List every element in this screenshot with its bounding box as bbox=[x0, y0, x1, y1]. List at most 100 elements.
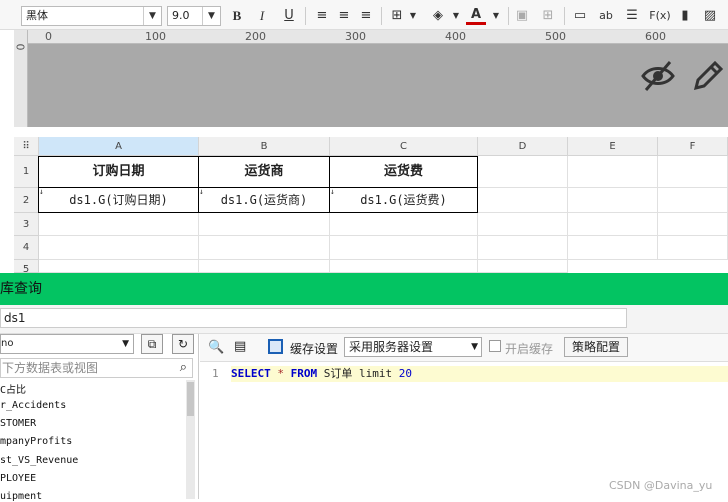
preview-table-icon[interactable]: ⧉ bbox=[141, 334, 163, 354]
select-all-icon[interactable]: ⠿ bbox=[14, 137, 39, 156]
cell-d1[interactable] bbox=[478, 156, 568, 188]
font-family-value: 黑体 bbox=[26, 9, 48, 22]
column-header[interactable]: B bbox=[199, 137, 330, 156]
cell-d4[interactable] bbox=[478, 236, 568, 260]
table-list-item[interactable]: r_Accidents bbox=[0, 400, 66, 411]
divider bbox=[564, 7, 565, 25]
expand-down-icon: ↓ bbox=[330, 187, 335, 196]
cache-mode-select[interactable]: 采用服务器设置 ▼ bbox=[344, 337, 482, 357]
text-button[interactable]: ab bbox=[596, 6, 616, 26]
table-list-item[interactable]: mpanyProfits bbox=[0, 436, 72, 447]
chevron-down-icon: ▼ bbox=[122, 339, 129, 349]
column-header[interactable]: E bbox=[568, 137, 658, 156]
refresh-icon[interactable]: ↻ bbox=[172, 334, 194, 354]
unmerge-cell-icon[interactable]: ⊞ bbox=[538, 6, 558, 26]
align-left-icon[interactable]: ≡ bbox=[312, 6, 332, 26]
chevron-down-icon[interactable]: ▼ bbox=[486, 6, 506, 26]
align-center-icon[interactable]: ≡ bbox=[334, 6, 354, 26]
table-list-item[interactable]: C占比 bbox=[0, 381, 26, 396]
cache-settings-icon bbox=[268, 339, 283, 354]
cell-a1[interactable]: 订购日期 bbox=[38, 156, 199, 188]
cell-a5[interactable] bbox=[39, 260, 199, 273]
edit-pencil-icon[interactable] bbox=[690, 58, 726, 94]
row-header[interactable]: 1 bbox=[14, 156, 39, 188]
column-header[interactable]: F bbox=[658, 137, 728, 156]
cell-c5[interactable] bbox=[330, 260, 478, 273]
insert-field-icon[interactable]: ▭ bbox=[570, 6, 590, 26]
cell-e3[interactable] bbox=[568, 213, 658, 236]
font-family-select[interactable]: 黑体 ▼ bbox=[21, 6, 162, 26]
cell-c4[interactable] bbox=[330, 236, 478, 260]
enable-cache-checkbox[interactable] bbox=[489, 340, 501, 352]
table-list-item[interactable]: PLOYEE bbox=[0, 473, 36, 484]
cell-b3[interactable] bbox=[199, 213, 330, 236]
column-header[interactable]: A bbox=[39, 137, 199, 156]
format-toolbar: 黑体 ▼ 9.0 ▼ B I U ≡ ≡ ≡ ⊞ ▼ ◈ ▼ A ▼ ▣ ⊞ ▭… bbox=[0, 0, 728, 30]
cell-d5[interactable] bbox=[478, 260, 568, 273]
cell-f4[interactable] bbox=[658, 236, 728, 260]
formula-button[interactable]: F(x) bbox=[648, 6, 672, 26]
text-color-button[interactable]: A bbox=[466, 6, 486, 25]
cell-d2[interactable] bbox=[478, 188, 568, 213]
ruler-label: 600 bbox=[645, 30, 666, 43]
align-right-icon[interactable]: ≡ bbox=[356, 6, 376, 26]
cell-c2[interactable]: ↓ ds1.G(运货费) bbox=[329, 187, 478, 213]
database-select[interactable]: no ▼ bbox=[0, 334, 134, 354]
scrollbar-thumb[interactable] bbox=[187, 382, 194, 416]
cell-a3[interactable] bbox=[39, 213, 199, 236]
cell-b1[interactable]: 运货商 bbox=[198, 156, 330, 188]
cell-b2-text: ds1.G(运货商) bbox=[220, 193, 308, 207]
dataset-name-input[interactable]: ds1 bbox=[0, 308, 627, 328]
italic-button[interactable]: I bbox=[252, 6, 272, 26]
sql-line[interactable]: SELECT * FROM S订单 limit 20 bbox=[231, 366, 728, 382]
hide-eye-icon[interactable] bbox=[640, 58, 676, 94]
strategy-config-button[interactable]: 策略配置 bbox=[564, 337, 628, 357]
chevron-down-icon[interactable]: ▼ bbox=[403, 6, 423, 26]
cell-c1[interactable]: 运货费 bbox=[329, 156, 478, 188]
row-header[interactable]: 4 bbox=[14, 236, 39, 260]
cell-d3[interactable] bbox=[478, 213, 568, 236]
cell-a4[interactable] bbox=[39, 236, 199, 260]
bold-button[interactable]: B bbox=[227, 6, 247, 26]
cache-mode-value: 采用服务器设置 bbox=[349, 340, 434, 354]
cell-b5[interactable] bbox=[199, 260, 330, 273]
horizontal-ruler: 0 100 200 300 400 500 600 bbox=[28, 30, 728, 44]
cell-f2[interactable] bbox=[658, 188, 728, 213]
search-icon[interactable]: ⌕ bbox=[180, 359, 187, 377]
cell-e4[interactable] bbox=[568, 236, 658, 260]
cell-f3[interactable] bbox=[658, 213, 728, 236]
sql-table-name: S订单 bbox=[323, 367, 353, 380]
chevron-down-icon[interactable]: ▼ bbox=[446, 6, 466, 26]
preview-icon[interactable]: 🔍 bbox=[208, 340, 224, 355]
dataset-dialog-title-bar[interactable]: 库查询 bbox=[0, 273, 728, 305]
table-list-item[interactable]: st_VS_Revenue bbox=[0, 455, 78, 466]
search-placeholder: 下方数据表或视图 bbox=[2, 361, 99, 375]
rich-text-icon[interactable]: ☰ bbox=[622, 6, 642, 26]
database-select-value: no bbox=[1, 338, 14, 349]
merge-cell-icon[interactable]: ▣ bbox=[512, 6, 532, 26]
row-header[interactable]: 2 bbox=[14, 188, 39, 213]
font-size-select[interactable]: 9.0 ▼ bbox=[167, 6, 221, 26]
cell-b4[interactable] bbox=[199, 236, 330, 260]
left-gutter bbox=[0, 30, 14, 273]
fill-color-icon[interactable]: ◈ bbox=[428, 6, 448, 26]
cell-c3[interactable] bbox=[330, 213, 478, 236]
table-search-input[interactable]: 下方数据表或视图 ⌕ bbox=[0, 358, 193, 378]
sql-number: 20 bbox=[398, 367, 412, 380]
cell-e1[interactable] bbox=[568, 156, 658, 188]
table-list-item[interactable]: uipment bbox=[0, 491, 42, 502]
column-header[interactable]: D bbox=[478, 137, 568, 156]
chart-icon[interactable]: ▮ bbox=[675, 6, 695, 26]
ruler-label: 0 bbox=[13, 43, 27, 51]
cell-b2[interactable]: ↓ ds1.G(运货商) bbox=[198, 187, 330, 213]
image-icon[interactable]: ▨ bbox=[700, 6, 720, 26]
column-header[interactable]: C bbox=[330, 137, 478, 156]
cell-a2[interactable]: ↓ ds1.G(订购日期) bbox=[38, 187, 199, 213]
row-header[interactable]: 5 bbox=[14, 260, 39, 275]
parameter-icon[interactable]: ▤ bbox=[234, 339, 246, 354]
cell-e2[interactable] bbox=[568, 188, 658, 213]
underline-button[interactable]: U bbox=[279, 6, 299, 26]
row-header[interactable]: 3 bbox=[14, 213, 39, 236]
table-list-item[interactable]: STOMER bbox=[0, 418, 36, 429]
cell-f1[interactable] bbox=[658, 156, 728, 188]
